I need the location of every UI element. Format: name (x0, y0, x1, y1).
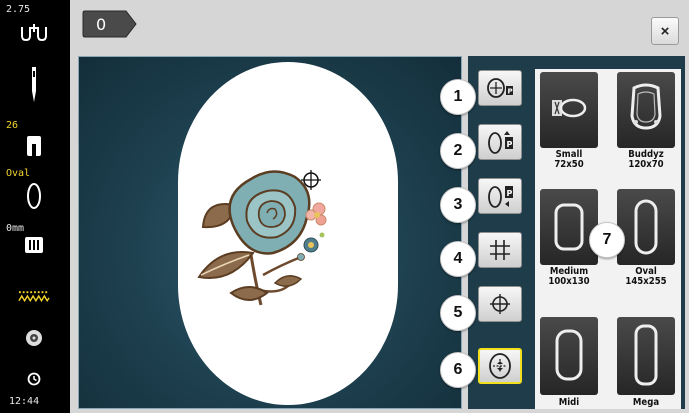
svg-text:P: P (507, 140, 513, 149)
grid-icon (490, 240, 510, 260)
hoop-back-button[interactable]: P (478, 178, 522, 214)
hoop-panel: P P P Small 72x50 Buddyz 120x70 Medium 1… (468, 56, 685, 409)
hoop-medium-size: 100x130 (548, 276, 590, 287)
callout-3: 3 (440, 187, 476, 223)
stitch-pattern-icon[interactable] (18, 289, 50, 303)
callout-7: 7 (589, 222, 625, 258)
embroidery-canvas[interactable] (78, 56, 462, 409)
feed-dog-icon[interactable] (18, 236, 50, 254)
needle-icon[interactable] (18, 66, 50, 104)
hoop-tab[interactable]: 0 (82, 10, 138, 38)
hoop-back-icon: P (488, 186, 513, 208)
hoop-center-icon: P (487, 78, 513, 98)
hoop-buddyz-button[interactable]: Buddyz 120x70 (617, 72, 675, 170)
callout-4: 4 (440, 241, 476, 277)
crosshair-button[interactable] (478, 286, 522, 322)
mega-hoop-icon (634, 324, 658, 386)
hoop-mega-name: Mega (632, 397, 660, 408)
thread-tension-icon[interactable] (18, 22, 50, 44)
hoop-select-icon (489, 353, 511, 379)
callout-2: 2 (440, 133, 476, 169)
hoop-buddyz-size: 120x70 (628, 159, 664, 170)
svg-text:P: P (507, 189, 513, 198)
hoop-small-button[interactable]: Small 72x50 (540, 72, 598, 170)
time-display: 12:44 (9, 396, 40, 407)
top-bar: 0 × (70, 0, 689, 52)
hoop-oval-button[interactable]: Oval 145x255 (617, 189, 675, 287)
crosshair-cursor-icon[interactable] (301, 170, 321, 190)
grid-button[interactable] (478, 232, 522, 268)
small-hoop-icon (552, 98, 587, 118)
content-frame: P P P Small 72x50 Buddyz 120x70 Medium 1… (70, 52, 689, 413)
close-button[interactable]: × (651, 17, 679, 45)
hoop-medium-button[interactable]: Medium 100x130 (540, 189, 598, 287)
midi-hoop-icon (555, 329, 583, 381)
status-sidebar: 2.75 26 Oval 0mm 12:44 (0, 0, 70, 413)
hoop-oval-size: 145x255 (625, 276, 667, 287)
hoop-up-button[interactable]: P (478, 124, 522, 160)
hoop-select-button[interactable] (478, 348, 522, 384)
presser-value: 0mm (6, 223, 25, 234)
thread-tension-value: 2.75 (6, 4, 31, 15)
hoop-tab-label: 0 (96, 15, 107, 34)
hoop-center-button[interactable]: P (478, 70, 522, 106)
hoop-small-size: 72x50 (554, 159, 584, 170)
hoop-up-icon: P (488, 131, 513, 154)
oval-hoop-icon[interactable] (18, 182, 50, 210)
callout-1: 1 (440, 79, 476, 115)
crosshair-icon (490, 294, 510, 314)
presser-foot-icon[interactable] (18, 134, 50, 158)
rose-design[interactable] (191, 165, 361, 315)
buddyz-hoop-icon (630, 83, 662, 130)
clock-icon (18, 372, 50, 386)
hoop-midi-name: Midi (558, 397, 580, 408)
callout-5: 5 (440, 295, 476, 331)
bobbin-icon[interactable] (18, 328, 50, 348)
svg-text:P: P (508, 88, 513, 96)
hoop-type-label: Oval (6, 168, 31, 179)
oval-hoop-large-icon (634, 199, 658, 255)
medium-hoop-icon (554, 203, 584, 251)
hoop-midi-button[interactable]: Midi (540, 317, 598, 408)
callout-6: 6 (440, 352, 476, 388)
close-icon: × (660, 22, 670, 40)
hoop-mega-button[interactable]: Mega (617, 317, 675, 408)
needle-position-value: 26 (6, 120, 19, 131)
